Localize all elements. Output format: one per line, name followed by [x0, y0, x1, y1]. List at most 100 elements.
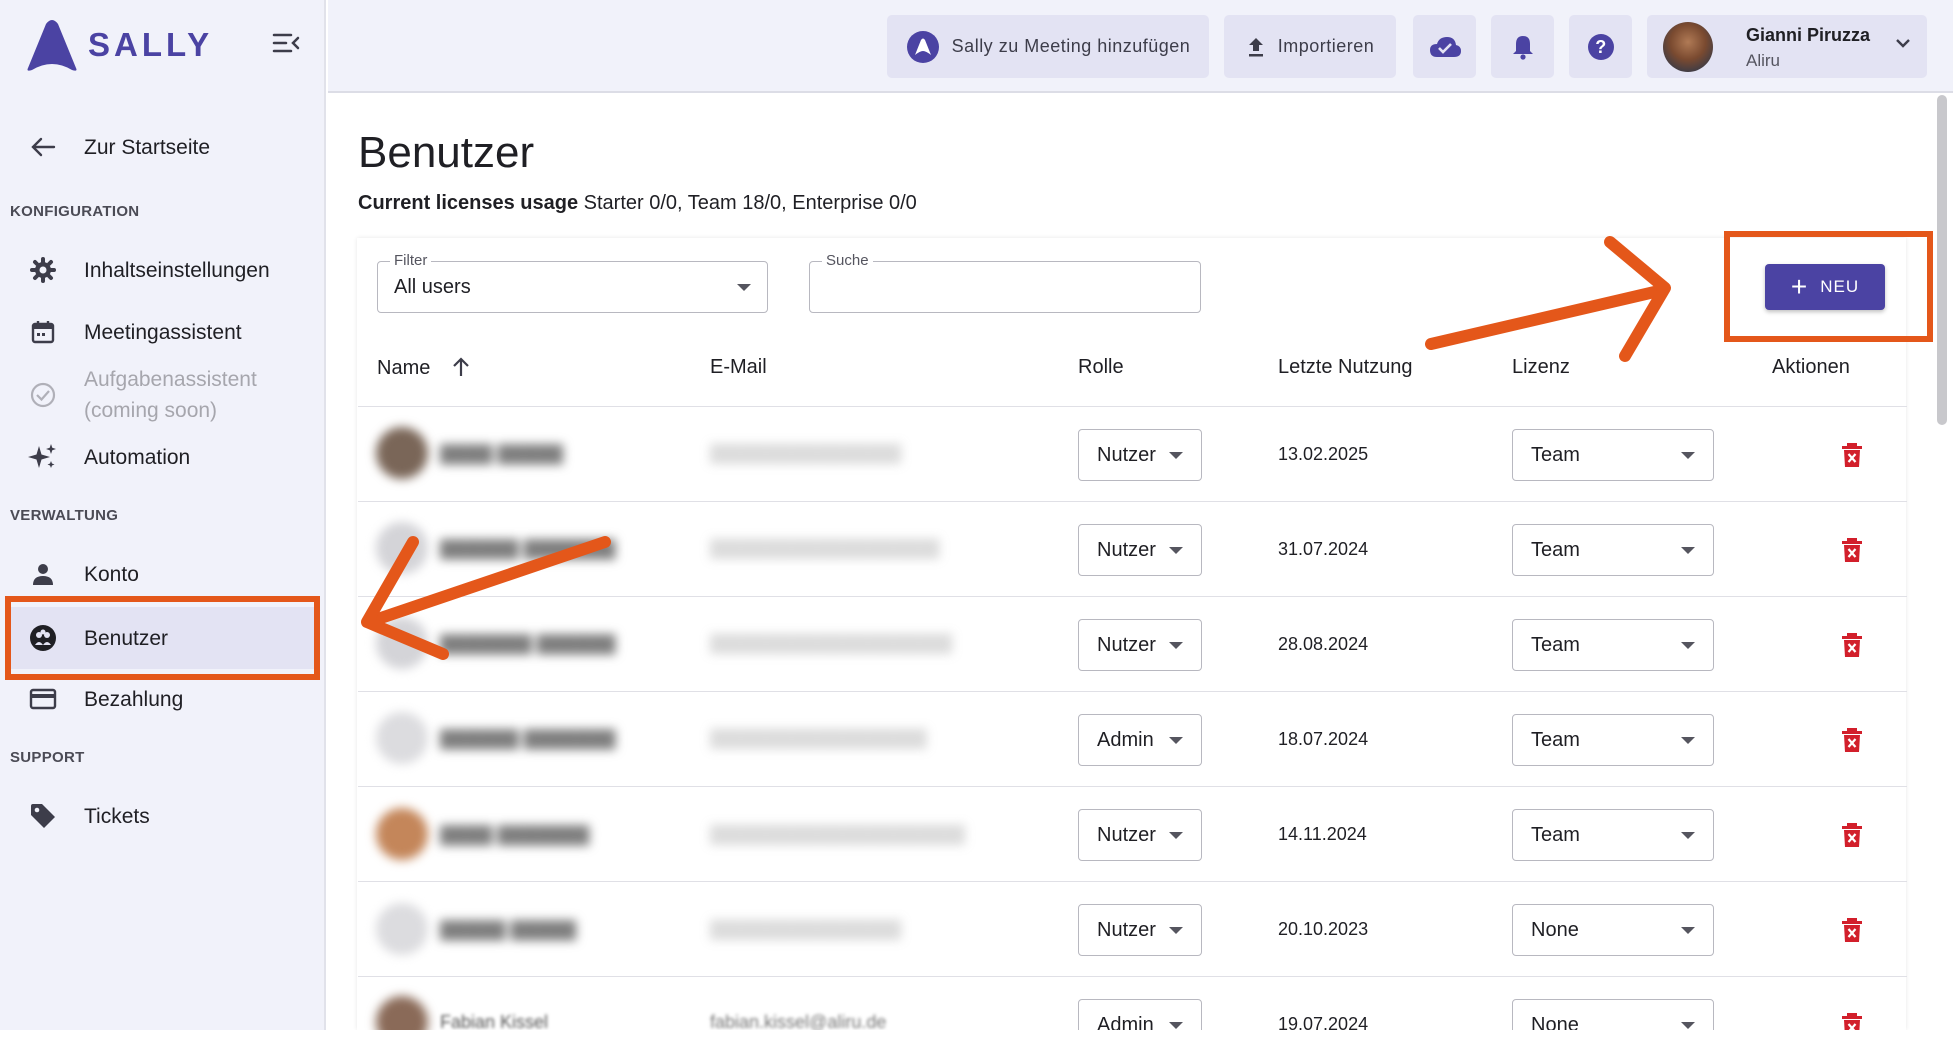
filter-select[interactable]: Filter All users: [377, 252, 768, 313]
topbar: Sally zu Meeting hinzufügen Importieren …: [328, 0, 1953, 93]
caret-down-icon: [1681, 832, 1695, 839]
role-select[interactable]: Nutzer: [1078, 524, 1202, 576]
license-select[interactable]: None: [1512, 904, 1714, 956]
vertical-scrollbar[interactable]: [1937, 95, 1947, 425]
filter-label: Filter: [390, 252, 432, 269]
sidebar-item-meeting-assistant[interactable]: Meetingassistent: [8, 303, 314, 361]
caret-down-icon: [1169, 452, 1183, 459]
role-value: Nutzer: [1097, 539, 1156, 561]
caret-down-icon: [737, 284, 751, 291]
sidebar-item-tickets[interactable]: Tickets: [8, 787, 314, 845]
import-button[interactable]: Importieren: [1224, 15, 1396, 78]
license-value: Team: [1531, 824, 1580, 846]
license-value: Team: [1531, 444, 1580, 466]
search-input[interactable]: [810, 262, 1200, 312]
sally-logo[interactable]: SALLY: [24, 18, 213, 72]
caret-down-icon: [1681, 737, 1695, 744]
check-circle-icon: [8, 381, 78, 409]
column-header-last-used: Letzte Nutzung: [1278, 356, 1413, 378]
bell-icon: [1512, 35, 1533, 60]
license-usage-label: Current licenses usage: [358, 192, 579, 214]
arrow-up-sort-icon: [453, 357, 469, 376]
license-select[interactable]: Team: [1512, 714, 1714, 766]
filter-value: All users: [394, 276, 471, 298]
license-select[interactable]: Team: [1512, 524, 1714, 576]
gear-icon: [8, 257, 78, 283]
back-to-home-link[interactable]: Zur Startseite: [8, 118, 314, 176]
role-select[interactable]: Nutzer: [1078, 809, 1202, 861]
license-value: Team: [1531, 729, 1580, 751]
blurred-email: ▒▒▒▒▒▒▒▒▒▒▒▒▒▒▒▒▒▒: [710, 538, 940, 558]
role-select[interactable]: Nutzer: [1078, 904, 1202, 956]
caret-down-icon: [1681, 1022, 1695, 1029]
avatar: [376, 808, 428, 860]
caret-down-icon: [1169, 737, 1183, 744]
column-header-actions: Aktionen: [1772, 356, 1850, 378]
caret-down-icon: [1169, 927, 1183, 934]
nav-label: Konto: [84, 562, 139, 586]
blurred-name: ▓▓▓▓▓ ▓▓▓▓▓: [440, 919, 577, 939]
sally-small-icon: [906, 30, 939, 63]
license-select[interactable]: Team: [1512, 809, 1714, 861]
license-value: Team: [1531, 634, 1580, 656]
delete-icon[interactable]: [1838, 631, 1866, 659]
collapse-menu-icon[interactable]: [272, 32, 302, 58]
sidebar-item-automation[interactable]: Automation: [8, 428, 314, 486]
license-select[interactable]: Team: [1512, 429, 1714, 481]
nav-label: Bezahlung: [84, 687, 184, 711]
delete-icon[interactable]: [1838, 916, 1866, 944]
row-divider: [358, 501, 1907, 502]
annotation-arrow-left-icon: [361, 536, 611, 660]
last-used-date: 13.02.2025: [1278, 444, 1369, 464]
user-organization: Aliru: [1746, 51, 1781, 70]
chevron-down-icon: [1896, 39, 1910, 48]
calendar-icon: [8, 319, 78, 345]
bottom-strip: [0, 1030, 1953, 1048]
user-name: Gianni Piruzza: [1746, 25, 1871, 45]
user-menu[interactable]: Gianni Piruzza Aliru: [1647, 15, 1927, 78]
last-used-date: 20.10.2023: [1278, 919, 1369, 939]
help-circle-icon: ?: [1587, 33, 1614, 60]
credit-card-icon: [8, 688, 78, 710]
blurred-email: ▒▒▒▒▒▒▒▒▒▒▒▒▒▒▒▒▒▒▒▒: [710, 824, 966, 844]
license-value: None: [1531, 919, 1579, 941]
arrow-left-icon: [8, 136, 78, 158]
cloud-sync-button[interactable]: [1413, 15, 1476, 78]
nav-label: Inhaltseinstellungen: [84, 258, 270, 282]
delete-icon[interactable]: [1838, 726, 1866, 754]
annotation-arrow-right-icon: [1425, 236, 1671, 362]
cloud-check-icon: [1429, 36, 1461, 57]
last-used-date: 28.08.2024: [1278, 634, 1369, 654]
delete-icon[interactable]: [1838, 536, 1866, 564]
add-to-meeting-button[interactable]: Sally zu Meeting hinzufügen: [887, 15, 1209, 78]
caret-down-icon: [1681, 642, 1695, 649]
nav-label: Zur Startseite: [84, 135, 211, 159]
upload-icon: [1248, 37, 1263, 56]
sidebar-item-task-assistant: Aufgabenassistent (coming soon): [8, 363, 314, 427]
blurred-name: ▓▓▓▓ ▓▓▓▓▓▓▓: [440, 824, 590, 844]
coming-soon-label: (coming soon): [84, 399, 218, 422]
row-divider: [358, 691, 1907, 692]
sidebar-item-account[interactable]: Konto: [8, 545, 314, 603]
nav-label: Tickets: [84, 804, 150, 828]
avatar: [376, 903, 428, 955]
help-button[interactable]: ?: [1569, 15, 1632, 78]
blurred-email: ▒▒▒▒▒▒▒▒▒▒▒▒▒▒▒▒▒: [710, 728, 927, 748]
role-value: Admin: [1097, 729, 1154, 751]
caret-down-icon: [1681, 927, 1695, 934]
blurred-email: ▒▒▒▒▒▒▒▒▒▒▒▒▒▒▒▒▒▒▒: [710, 633, 953, 653]
role-select[interactable]: Nutzer: [1078, 619, 1202, 671]
role-select[interactable]: Admin: [1078, 714, 1202, 766]
nav-label: Meetingassistent: [84, 320, 242, 344]
search-field[interactable]: Suche: [809, 252, 1201, 313]
nav-label: Aufgabenassistent (coming soon): [84, 364, 257, 426]
person-icon: [8, 562, 78, 586]
notifications-button[interactable]: [1491, 15, 1554, 78]
column-header-name[interactable]: Name: [377, 356, 472, 380]
license-select[interactable]: Team: [1512, 619, 1714, 671]
delete-icon[interactable]: [1838, 441, 1866, 469]
delete-icon[interactable]: [1838, 821, 1866, 849]
highlight-frame-users: [5, 596, 320, 680]
role-select[interactable]: Nutzer: [1078, 429, 1202, 481]
sidebar-item-content-settings[interactable]: Inhaltseinstellungen: [8, 241, 314, 299]
